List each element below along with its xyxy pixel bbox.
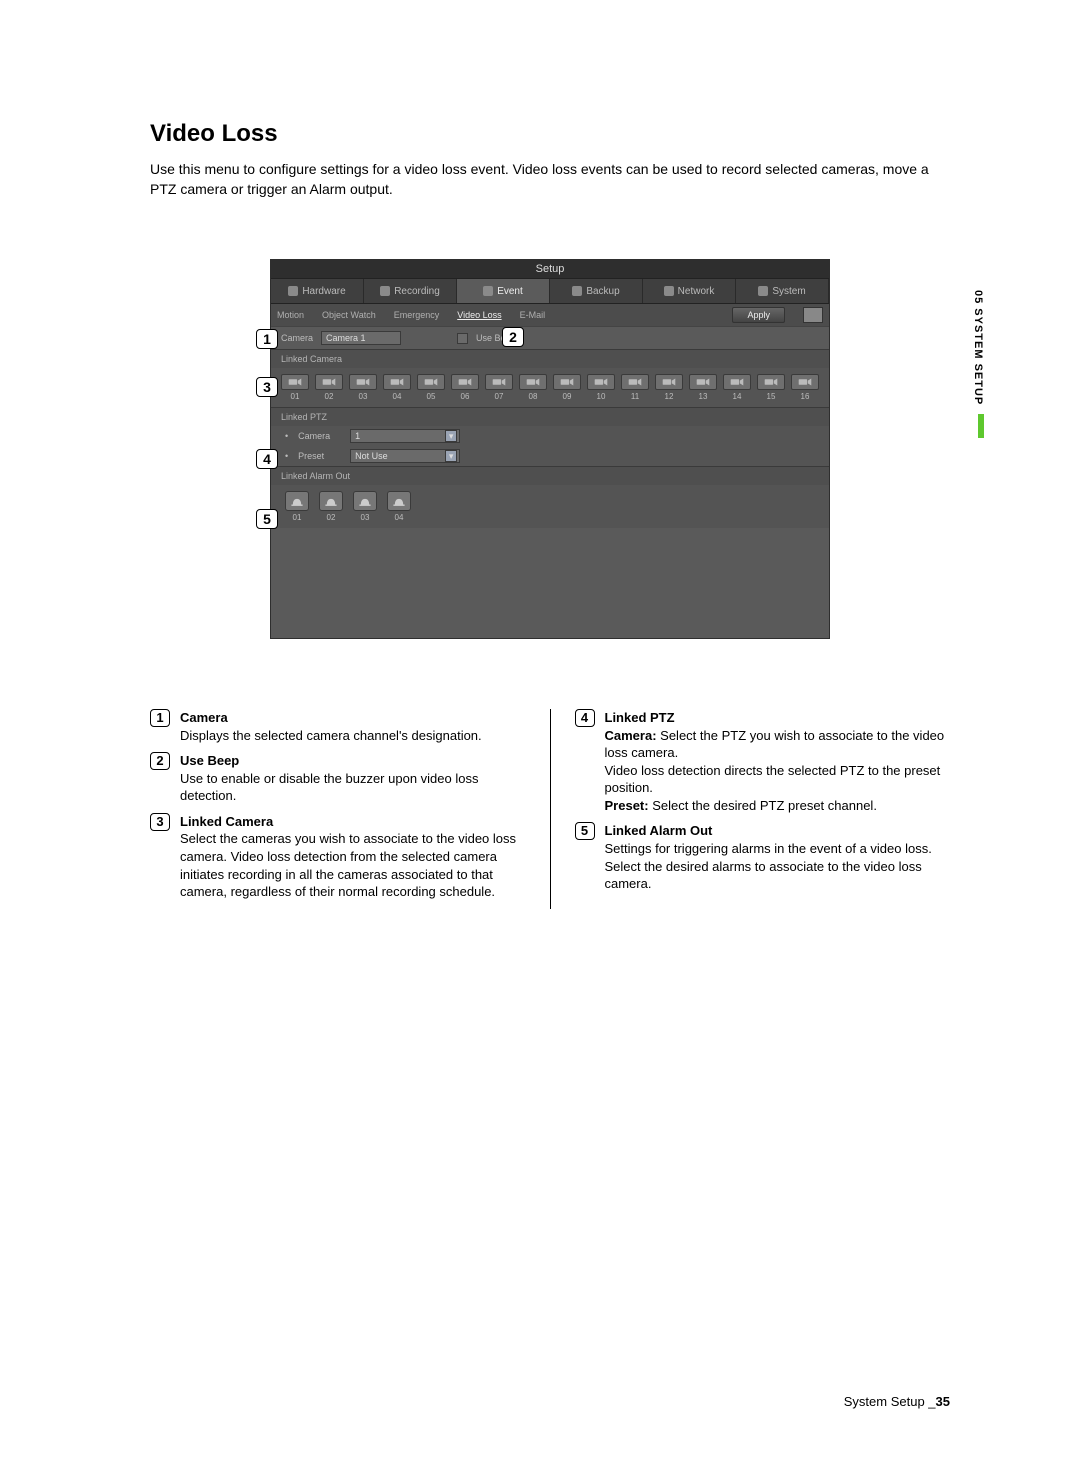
camera-toggle[interactable] bbox=[485, 374, 513, 390]
desc-title-linked-ptz: Linked PTZ bbox=[605, 710, 675, 725]
main-tab-row: Hardware Recording Event Backup Network … bbox=[271, 278, 829, 304]
camera-toggle[interactable] bbox=[383, 374, 411, 390]
desc-body-linked-camera: Select the cameras you wish to associate… bbox=[180, 831, 516, 899]
bullet-icon: • bbox=[285, 451, 288, 461]
linked-alarm-grid: 01 02 03 04 bbox=[271, 485, 829, 528]
ptz-camera-label: Camera bbox=[298, 431, 344, 441]
desc-num-2: 2 bbox=[150, 752, 170, 770]
linked-alarm-header: Linked Alarm Out bbox=[271, 466, 829, 485]
callout-2: 2 bbox=[502, 327, 524, 347]
ptz-preset-select[interactable]: Not Use ▾ bbox=[350, 449, 460, 463]
camera-toggle[interactable] bbox=[349, 374, 377, 390]
desc-num-3: 3 bbox=[150, 813, 170, 831]
backup-icon bbox=[572, 286, 582, 296]
camera-toggle[interactable] bbox=[621, 374, 649, 390]
bullet-icon: • bbox=[285, 431, 288, 441]
alarm-toggle[interactable] bbox=[387, 491, 411, 511]
use-beep-checkbox[interactable] bbox=[457, 333, 468, 344]
tab-network[interactable]: Network bbox=[643, 279, 736, 303]
desc-sub-camera-label: Camera: bbox=[605, 728, 657, 743]
camera-toggle[interactable] bbox=[791, 374, 819, 390]
tab-system[interactable]: System bbox=[736, 279, 829, 303]
camera-toggle[interactable] bbox=[757, 374, 785, 390]
side-tab-bar bbox=[978, 414, 984, 438]
subtab-emergency[interactable]: Emergency bbox=[394, 310, 440, 320]
hardware-icon bbox=[288, 286, 298, 296]
camera-toggle[interactable] bbox=[655, 374, 683, 390]
desc-num-5: 5 bbox=[575, 822, 595, 840]
desc-body-use-beep: Use to enable or disable the buzzer upon… bbox=[180, 771, 478, 804]
ptz-camera-select[interactable]: 1 ▾ bbox=[350, 429, 460, 443]
tab-backup[interactable]: Backup bbox=[550, 279, 643, 303]
alarm-toggle[interactable] bbox=[285, 491, 309, 511]
camera-toggle[interactable] bbox=[587, 374, 615, 390]
page-heading: Video Loss bbox=[150, 120, 950, 148]
chevron-down-icon: ▾ bbox=[445, 430, 457, 442]
chevron-down-icon: ▾ bbox=[445, 450, 457, 462]
camera-toggle[interactable] bbox=[281, 374, 309, 390]
apply-button[interactable]: Apply bbox=[732, 307, 785, 323]
recording-icon bbox=[380, 286, 390, 296]
desc-sub-preset-body: Select the desired PTZ preset channel. bbox=[652, 798, 877, 813]
system-icon bbox=[758, 286, 768, 296]
camera-input[interactable]: Camera 1 bbox=[321, 331, 401, 345]
intro-text: Use this menu to configure settings for … bbox=[150, 160, 950, 199]
alarm-toggle[interactable] bbox=[319, 491, 343, 511]
linked-camera-grid: 01 02 03 04 05 06 07 08 09 10 11 12 13 1… bbox=[271, 368, 829, 407]
subtab-email[interactable]: E-Mail bbox=[520, 310, 546, 320]
subtab-video-loss[interactable]: Video Loss bbox=[457, 310, 501, 320]
camera-toggle[interactable] bbox=[553, 374, 581, 390]
desc-sub-preset-label: Preset: bbox=[605, 798, 649, 813]
network-icon bbox=[664, 286, 674, 296]
camera-toggle[interactable] bbox=[519, 374, 547, 390]
alarm-toggle[interactable] bbox=[353, 491, 377, 511]
desc-title-use-beep: Use Beep bbox=[180, 753, 239, 768]
window-title: Setup bbox=[271, 260, 829, 278]
desc-num-1: 1 bbox=[150, 709, 170, 727]
desc-title-camera: Camera bbox=[180, 710, 228, 725]
camera-toggle[interactable] bbox=[417, 374, 445, 390]
linked-ptz-header: Linked PTZ bbox=[271, 407, 829, 426]
desc-num-4: 4 bbox=[575, 709, 595, 727]
linked-camera-header: Linked Camera bbox=[271, 349, 829, 368]
tab-recording[interactable]: Recording bbox=[364, 279, 457, 303]
side-tab-label: 05 SYSTEM SETUP bbox=[972, 290, 984, 405]
camera-toggle[interactable] bbox=[723, 374, 751, 390]
tab-event[interactable]: Event bbox=[457, 279, 550, 303]
desc-body-linked-alarm: Settings for triggering alarms in the ev… bbox=[605, 841, 932, 891]
setup-window: Setup Hardware Recording Event Backup Ne… bbox=[270, 259, 830, 639]
sub-tab-row: Motion Object Watch Emergency Video Loss… bbox=[271, 304, 829, 326]
event-icon bbox=[483, 286, 493, 296]
callout-1: 1 bbox=[256, 329, 278, 349]
subtab-object-watch[interactable]: Object Watch bbox=[322, 310, 376, 320]
subtab-motion[interactable]: Motion bbox=[277, 310, 304, 320]
tab-hardware[interactable]: Hardware bbox=[271, 279, 364, 303]
keyboard-button[interactable] bbox=[803, 307, 823, 323]
callout-3: 3 bbox=[256, 377, 278, 397]
callout-5: 5 bbox=[256, 509, 278, 529]
desc-body-camera: Displays the selected camera channel's d… bbox=[180, 728, 482, 743]
side-tab: 05 SYSTEM SETUP bbox=[972, 290, 990, 442]
camera-toggle[interactable] bbox=[451, 374, 479, 390]
camera-label: Camera bbox=[281, 333, 313, 343]
desc-title-linked-camera: Linked Camera bbox=[180, 814, 273, 829]
description-columns: 1 Camera Displays the selected camera ch… bbox=[150, 709, 950, 908]
callout-4: 4 bbox=[256, 449, 278, 469]
desc-title-linked-alarm: Linked Alarm Out bbox=[605, 823, 713, 838]
camera-toggle[interactable] bbox=[315, 374, 343, 390]
ptz-preset-label: Preset bbox=[298, 451, 344, 461]
page-footer: System Setup _35 bbox=[844, 1394, 950, 1409]
camera-toggle[interactable] bbox=[689, 374, 717, 390]
